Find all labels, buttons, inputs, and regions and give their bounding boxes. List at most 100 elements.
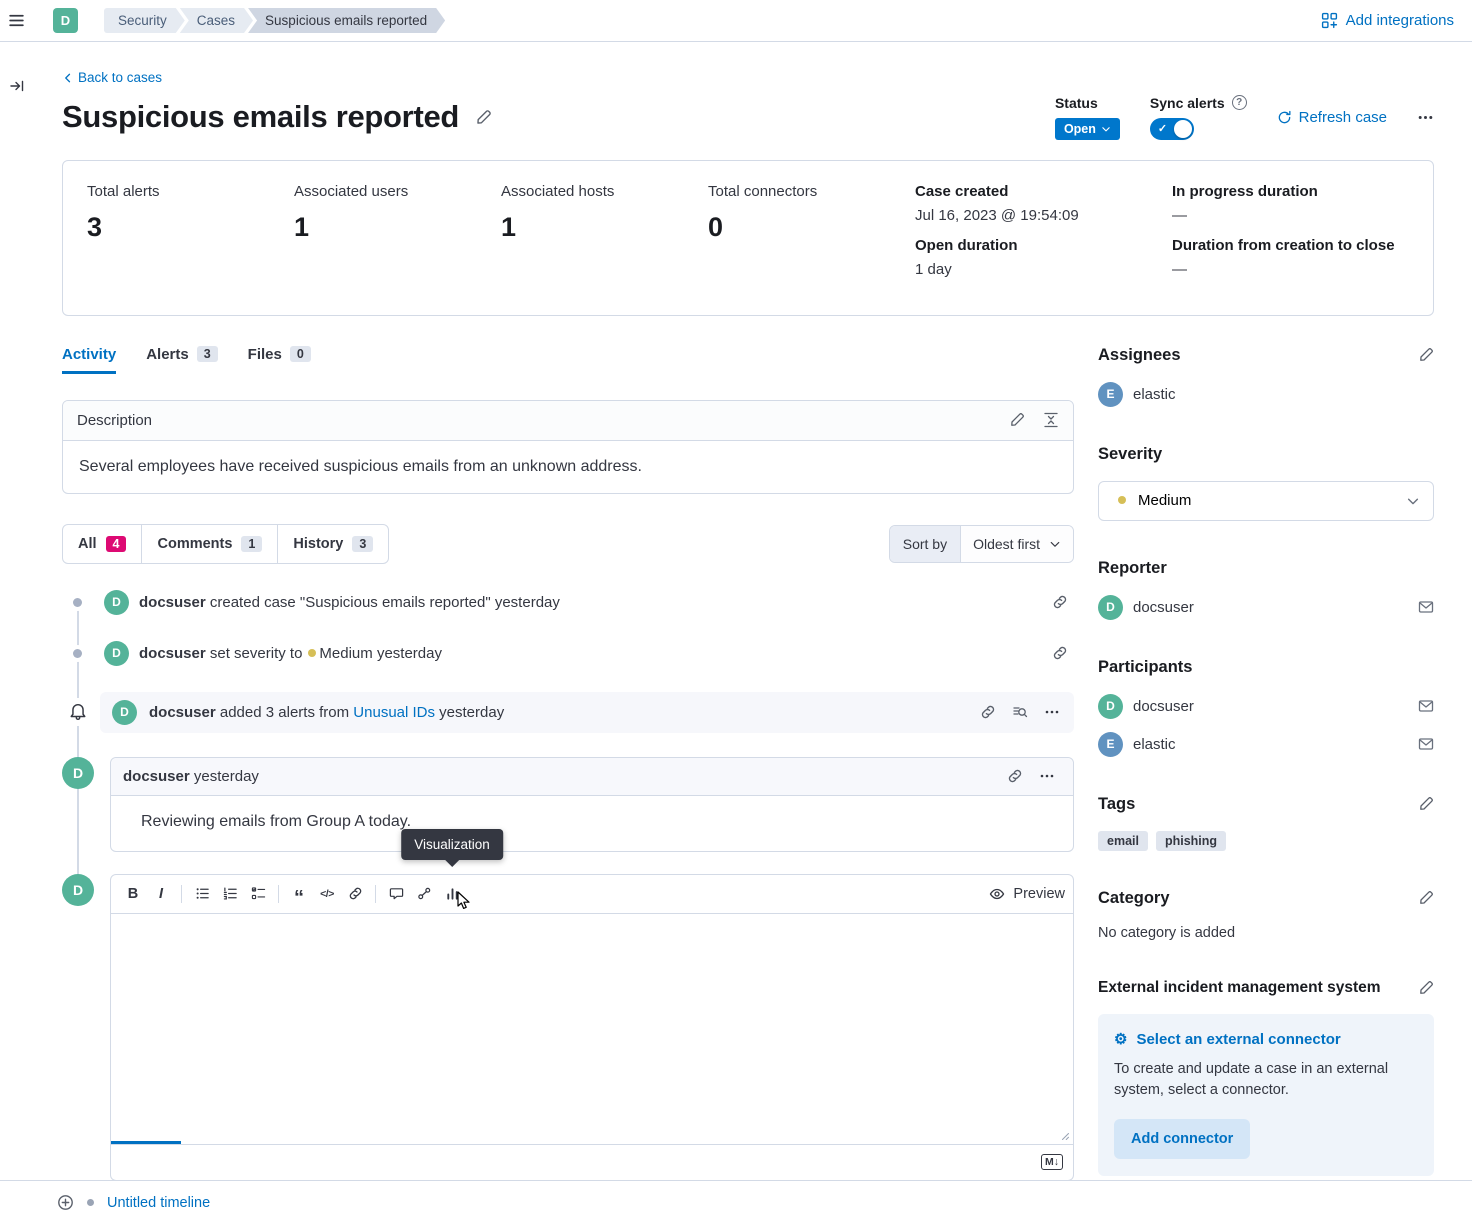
comment-input[interactable] [111, 914, 1073, 1144]
filter-all[interactable]: All 4 [63, 525, 141, 563]
resize-handle-icon[interactable] [1058, 1129, 1070, 1141]
menu-button[interactable] [8, 12, 25, 29]
copy-link-button[interactable] [1007, 768, 1023, 784]
reporter-section: Reporter D docsuser [1098, 559, 1434, 620]
pencil-icon [1418, 890, 1434, 906]
copy-link-button[interactable] [1052, 645, 1068, 661]
ellipsis-icon [1044, 704, 1060, 720]
case-header: Suspicious emails reported Status Open [62, 95, 1434, 140]
tab-alerts[interactable]: Alerts 3 [146, 346, 217, 374]
pencil-icon [1418, 347, 1434, 363]
fold-icon [1043, 412, 1059, 428]
markdown-icon[interactable]: M↓ [1041, 1154, 1063, 1170]
expand-nav-button[interactable] [9, 78, 25, 94]
unusual-ids-link[interactable]: Unusual IDs [353, 704, 435, 721]
event-user: docsuser [149, 704, 216, 721]
case-durations-column: In progress duration — Duration from cre… [1172, 183, 1395, 291]
participants-title: Participants [1098, 658, 1192, 677]
unordered-list-icon [195, 886, 210, 901]
breadcrumb-security[interactable]: Security [104, 8, 185, 33]
status-block: Status Open [1055, 95, 1120, 140]
all-count-badge: 4 [106, 536, 127, 552]
email-reporter-button[interactable] [1418, 599, 1434, 615]
filter-comments[interactable]: Comments 1 [141, 525, 277, 563]
alert-actions-button[interactable] [1044, 704, 1060, 720]
visualization-icon [445, 886, 460, 901]
investigate-in-timeline-button[interactable] [1012, 704, 1028, 720]
add-timeline-button[interactable] [57, 1194, 74, 1211]
add-case-comment-plugin-button[interactable] [382, 881, 410, 907]
select-external-connector-link[interactable]: ⚙ Select an external connector [1114, 1031, 1341, 1048]
tags-section: Tags email phishing [1098, 795, 1434, 851]
sync-alerts-toggle[interactable]: ✓ [1150, 118, 1194, 140]
copy-link-button[interactable] [980, 704, 996, 720]
filter-history[interactable]: History 3 [277, 525, 388, 563]
email-participant-button[interactable] [1418, 698, 1434, 714]
event-alerts-added: D docsuser added 3 alerts from Unusual I… [62, 692, 1074, 733]
chevron-down-icon [1101, 124, 1111, 134]
severity-section: Severity Medium [1098, 445, 1434, 521]
expand-menu-icon [9, 78, 25, 94]
edit-tags-button[interactable] [1418, 796, 1434, 812]
severity-select[interactable]: Medium [1098, 481, 1434, 521]
comment-card: docsuser yesterday [110, 757, 1074, 852]
tab-files[interactable]: Files 0 [248, 346, 311, 374]
italic-button[interactable]: I [147, 881, 175, 907]
task-list-button[interactable] [244, 881, 272, 907]
collapse-description-button[interactable] [1043, 412, 1059, 428]
tab-activity[interactable]: Activity [62, 346, 116, 374]
add-integrations-button[interactable]: Add integrations [1321, 12, 1454, 29]
comment-user: docsuser [123, 768, 190, 785]
connector-help-text: To create and update a case in an extern… [1114, 1059, 1404, 1103]
quote-button[interactable]: “ [285, 881, 313, 907]
add-connector-button[interactable]: Add connector [1114, 1119, 1250, 1159]
severity-title: Severity [1098, 445, 1162, 464]
case-stats-panel: Total alerts 3 Associated users 1 Associ… [62, 160, 1434, 316]
comment-actions-button[interactable] [1039, 768, 1055, 784]
toolbar-divider [278, 885, 279, 903]
comment-time: yesterday [194, 768, 259, 785]
files-count-badge: 0 [290, 346, 311, 362]
edit-description-button[interactable] [1009, 412, 1025, 428]
insert-link-button[interactable] [341, 881, 369, 907]
preview-button[interactable]: Preview [989, 886, 1065, 902]
event-text: set severity to [210, 645, 303, 662]
unordered-list-button[interactable] [188, 881, 216, 907]
pencil-icon [1418, 796, 1434, 812]
breadcrumb-cases[interactable]: Cases [180, 8, 253, 33]
help-icon[interactable]: ? [1232, 95, 1247, 110]
insert-timeline-button[interactable] [410, 881, 438, 907]
event-user: docsuser [139, 645, 206, 662]
top-navigation-bar: D Security Cases Suspicious emails repor… [0, 0, 1472, 42]
stat-associated-users: Associated users 1 [294, 183, 501, 291]
ordered-list-icon [223, 886, 238, 901]
case-sidebar: Assignees E elastic [1098, 346, 1434, 1224]
reporter-name: docsuser [1133, 599, 1194, 616]
refresh-case-button[interactable]: Refresh case [1277, 109, 1387, 126]
edit-title-button[interactable] [475, 109, 492, 126]
insert-visualization-button[interactable] [438, 881, 466, 907]
comments-count-badge: 1 [241, 536, 262, 552]
back-to-cases-link[interactable]: Back to cases [62, 70, 162, 85]
status-dropdown[interactable]: Open [1055, 118, 1120, 140]
ellipsis-icon [1039, 768, 1055, 784]
case-actions-button[interactable] [1417, 109, 1434, 126]
event-user: docsuser [139, 594, 206, 611]
email-participant-button[interactable] [1418, 736, 1434, 752]
editor-footer: M↓ [111, 1144, 1073, 1180]
edit-category-button[interactable] [1418, 890, 1434, 906]
toolbar-divider [181, 885, 182, 903]
copy-link-button[interactable] [1052, 594, 1068, 610]
code-button[interactable]: </> [313, 881, 341, 907]
event-text: added 3 alerts from [220, 704, 349, 721]
sort-by-select[interactable]: Sort by Oldest first [889, 525, 1074, 563]
check-icon: ✓ [1158, 122, 1167, 135]
edit-assignees-button[interactable] [1418, 347, 1434, 363]
ordered-list-button[interactable] [216, 881, 244, 907]
edit-connector-button[interactable] [1418, 980, 1434, 996]
space-avatar[interactable]: D [53, 8, 78, 33]
activity-filter-row: All 4 Comments 1 History 3 [62, 524, 1074, 564]
untitled-timeline-link[interactable]: Untitled timeline [107, 1195, 210, 1211]
quote-icon: “ [294, 886, 304, 901]
bold-button[interactable]: B [119, 881, 147, 907]
